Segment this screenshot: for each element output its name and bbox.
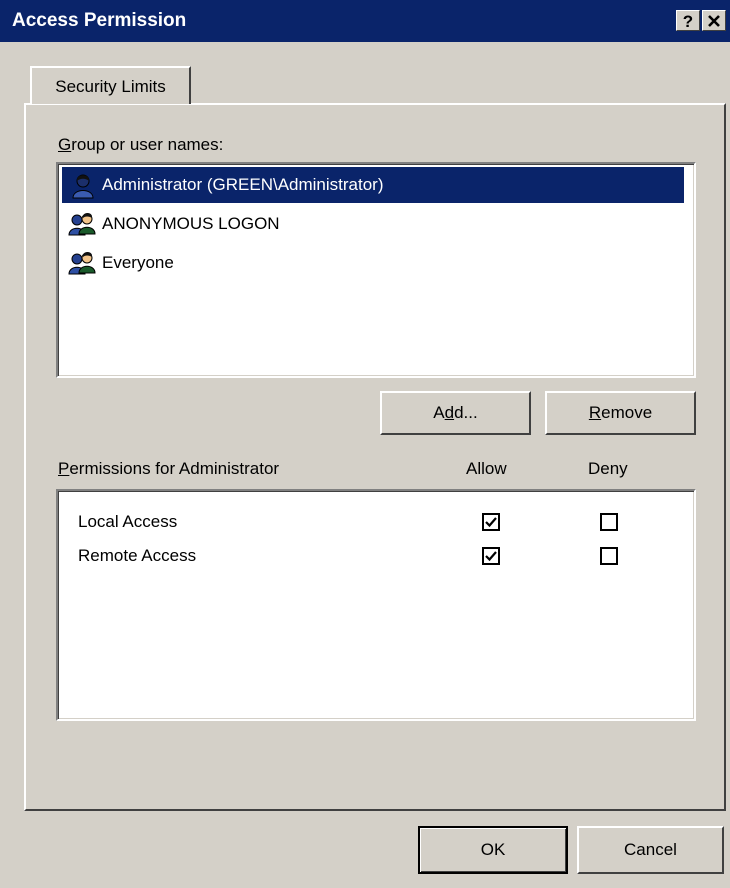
title-bar: Access Permission ? <box>0 0 730 42</box>
checkmark-icon <box>485 517 497 528</box>
permission-name: Remote Access <box>78 546 197 565</box>
window-title: Access Permission <box>12 10 187 31</box>
allow-checkbox[interactable] <box>482 513 500 531</box>
allow-column-header: Allow <box>466 459 507 478</box>
group-user-names-label: Group or user names: <box>58 135 224 154</box>
tab-security-limits[interactable]: Security Limits <box>30 66 191 104</box>
list-item-anonymous-logon[interactable]: ANONYMOUS LOGON <box>62 206 684 242</box>
permission-row-local-access: Local Access <box>58 504 688 538</box>
group-icon <box>68 252 96 275</box>
user-name: Everyone <box>102 253 174 272</box>
user-listbox[interactable]: Administrator (GREEN\Administrator) ANON… <box>56 162 696 378</box>
user-icon <box>72 174 94 199</box>
list-item-everyone[interactable]: Everyone <box>62 245 684 281</box>
permission-name: Local Access <box>78 512 178 531</box>
allow-checkbox[interactable] <box>482 547 500 565</box>
group-icon <box>68 213 96 236</box>
ok-button[interactable]: OK <box>418 826 568 874</box>
user-name: Administrator (GREEN\Administrator) <box>102 175 384 194</box>
permission-row-remote-access: Remote Access <box>58 538 688 572</box>
close-icon <box>708 15 720 27</box>
add-button[interactable]: Add... <box>380 391 531 435</box>
permissions-listbox[interactable]: Local Access Remote Access <box>56 489 696 721</box>
help-button[interactable]: ? <box>676 10 700 31</box>
checkmark-icon <box>485 551 497 562</box>
list-item-administrator[interactable]: Administrator (GREEN\Administrator) <box>62 167 684 203</box>
cancel-button[interactable]: Cancel <box>577 826 724 874</box>
user-name: ANONYMOUS LOGON <box>102 214 280 233</box>
permissions-label: Permissions for Administrator <box>58 459 280 478</box>
remove-button[interactable]: Remove <box>545 391 696 435</box>
deny-column-header: Deny <box>588 459 628 478</box>
close-button[interactable] <box>702 10 726 31</box>
deny-checkbox[interactable] <box>600 547 618 565</box>
deny-checkbox[interactable] <box>600 513 618 531</box>
